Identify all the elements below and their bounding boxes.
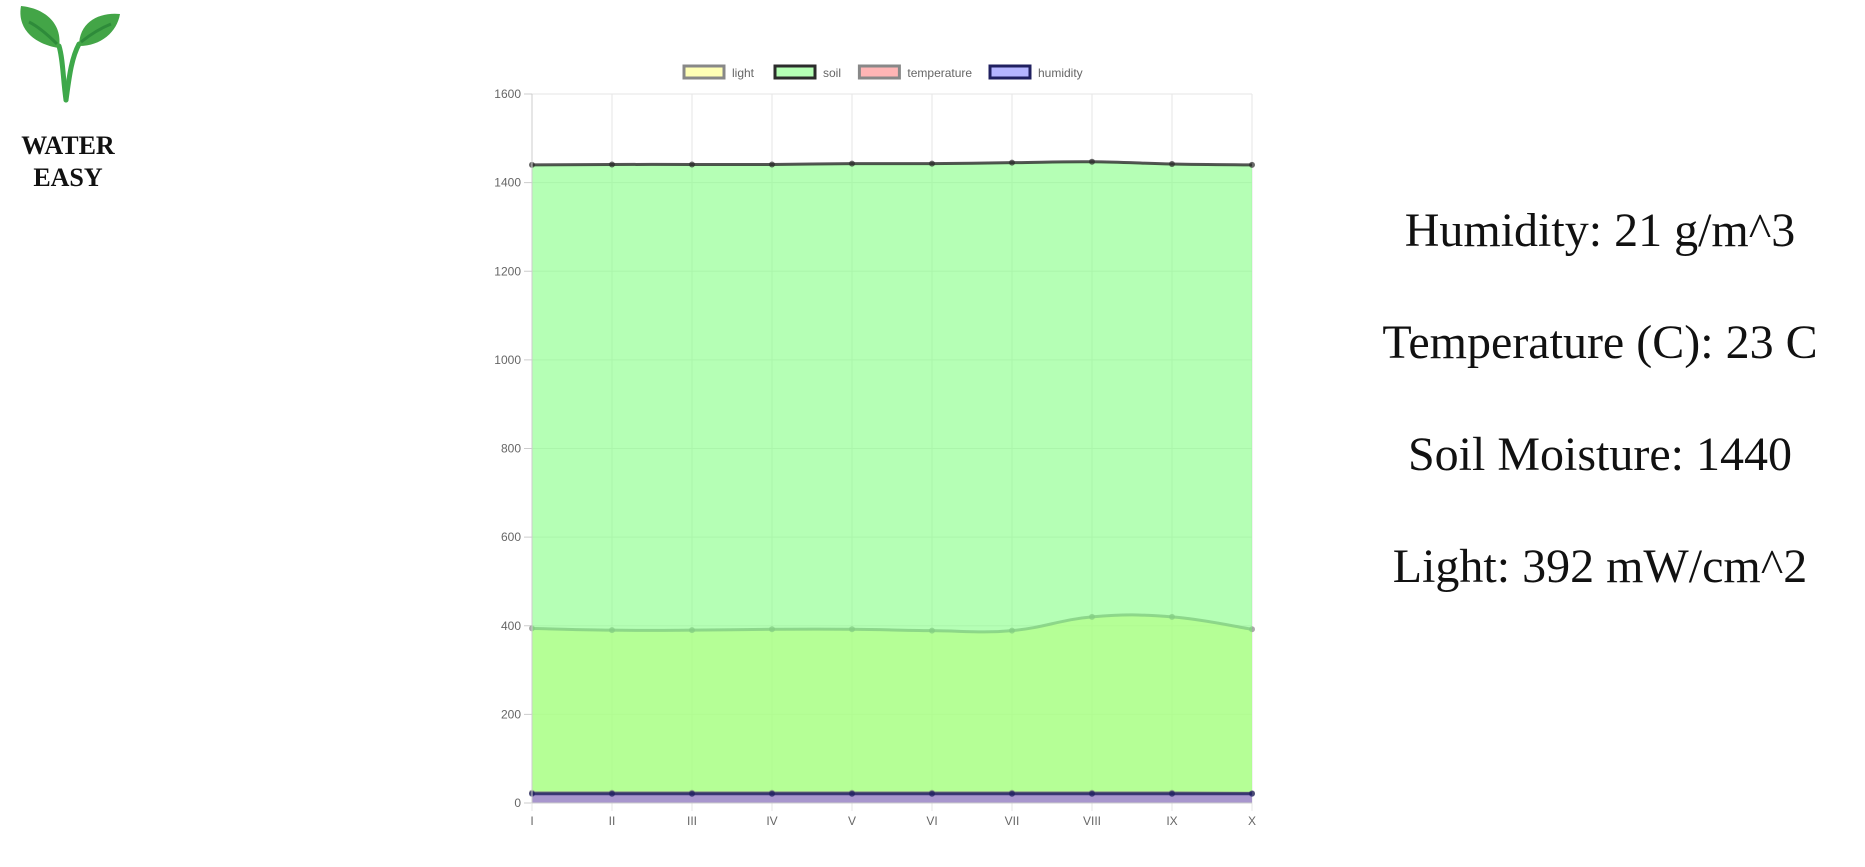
point-humidity bbox=[1089, 790, 1095, 797]
humidity-label: Humidity: bbox=[1404, 204, 1615, 257]
legend-label-soil: soil bbox=[823, 66, 841, 80]
humidity-value: 21 g/m^3 bbox=[1614, 204, 1796, 257]
point-humidity bbox=[849, 790, 855, 797]
x-tick-label: II bbox=[609, 814, 616, 828]
x-tick-label: VIII bbox=[1083, 814, 1101, 828]
point-soil bbox=[1169, 161, 1175, 168]
line-soil bbox=[531, 160, 1253, 167]
y-tick-label: 400 bbox=[501, 619, 521, 633]
point-humidity bbox=[929, 790, 935, 797]
point-humidity bbox=[1249, 790, 1255, 797]
point-humidity bbox=[689, 790, 695, 797]
point-soil bbox=[1249, 161, 1255, 168]
soil-moisture-readout: Soil Moisture: 1440 bbox=[1340, 419, 1860, 531]
x-tick-label: III bbox=[687, 814, 697, 828]
x-tick-label: VI bbox=[926, 814, 937, 828]
point-soil bbox=[689, 161, 695, 168]
x-tick-label: I bbox=[530, 814, 533, 828]
legend-label-light: light bbox=[732, 66, 755, 80]
point-soil bbox=[1089, 158, 1095, 165]
brand-name: WATER EASY bbox=[10, 130, 126, 194]
point-soil bbox=[929, 160, 935, 167]
point-soil bbox=[769, 161, 775, 168]
legend-swatch-soil bbox=[773, 64, 817, 80]
y-tick-label: 1000 bbox=[494, 353, 521, 367]
sensor-chart: 0 200 400 600 800 1000 1200 1400 1600 I II III IV V VI… bbox=[470, 60, 1290, 850]
temperature-readout: Temperature (C): 23 C bbox=[1340, 307, 1860, 419]
y-tick-label: 1600 bbox=[494, 87, 521, 101]
y-tick-label: 200 bbox=[501, 707, 521, 721]
temperature-label: Temperature (C): bbox=[1382, 316, 1726, 369]
x-tick-label: V bbox=[848, 814, 856, 828]
point-humidity bbox=[1009, 790, 1015, 797]
light-value: 392 mW/cm^2 bbox=[1522, 540, 1808, 593]
legend-swatch-light bbox=[682, 64, 726, 80]
x-tick-label: IX bbox=[1166, 814, 1177, 828]
x-tick-label: IV bbox=[766, 814, 777, 828]
brand-logo: WATER EASY bbox=[10, 4, 126, 194]
sprout-icon bbox=[20, 6, 120, 103]
point-humidity bbox=[609, 790, 615, 797]
brand-line-2: EASY bbox=[33, 163, 103, 192]
point-humidity bbox=[769, 790, 775, 797]
legend-swatch-temperature bbox=[857, 64, 901, 80]
point-soil bbox=[609, 161, 615, 168]
soil-moisture-label: Soil Moisture: bbox=[1407, 428, 1697, 481]
temperature-value: 23 C bbox=[1725, 316, 1818, 369]
legend-label-temperature: temperature bbox=[907, 66, 972, 80]
light-label: Light: bbox=[1392, 540, 1523, 593]
y-tick-label: 1200 bbox=[494, 264, 521, 278]
legend-swatch-humidity bbox=[988, 64, 1032, 80]
humidity-readout: Humidity: 21 g/m^3 bbox=[1340, 195, 1860, 307]
legend-label-humidity: humidity bbox=[1038, 66, 1083, 80]
y-tick-label: 0 bbox=[514, 796, 521, 810]
point-soil bbox=[849, 160, 855, 167]
x-tick-label: VII bbox=[1005, 814, 1020, 828]
point-humidity bbox=[1169, 790, 1175, 797]
y-tick-label: 600 bbox=[501, 530, 521, 544]
area-soil bbox=[532, 161, 1252, 803]
sensor-chart-svg: 02004006008001000120014001600I II III IV V VI… bbox=[494, 64, 1256, 828]
light-readout: Light: 392 mW/cm^2 bbox=[1340, 531, 1860, 643]
soil-moisture-value: 1440 bbox=[1696, 428, 1793, 481]
y-tick-label: 1400 bbox=[494, 176, 521, 190]
y-tick-label: 800 bbox=[501, 442, 521, 456]
brand-line-1: WATER bbox=[21, 131, 115, 160]
sensor-readouts: Humidity: 21 g/m^3 Temperature (C): 23 C… bbox=[1340, 195, 1860, 643]
x-tick-label: X bbox=[1248, 814, 1256, 828]
point-soil bbox=[1009, 159, 1015, 166]
